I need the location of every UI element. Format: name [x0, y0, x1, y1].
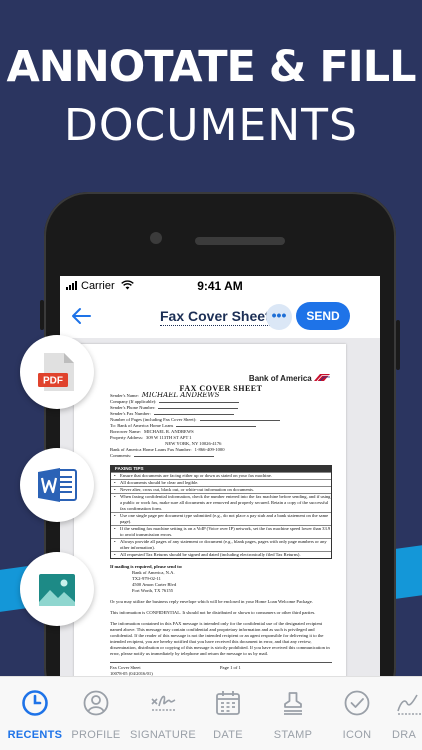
document-viewer[interactable]: Bank of America FAX COVER SHEET Sender's…: [60, 338, 380, 716]
pdf-badge-label: PDF: [43, 376, 63, 387]
tab-draw-label: DRA: [392, 729, 417, 741]
note-reply-envelope: Or you may utilize the business reply en…: [110, 599, 313, 604]
note-disclaimer: The information contained in this FAX me…: [110, 621, 330, 656]
mailing-block: If mailing is required, please send to: …: [110, 564, 332, 594]
form-field-value[interactable]: 309 W 113TH ST APT 1: [146, 435, 192, 440]
form-field-label: Bank of America Home Loans Fax Number:: [110, 447, 192, 452]
check-circle-icon: [344, 690, 370, 716]
note-confidential: This information is CONFIDENTIAL. It sho…: [110, 610, 316, 615]
footer-page: Page 1 of 1: [220, 665, 241, 670]
faxing-tip: When faxing confidential information, ch…: [111, 493, 331, 512]
faxing-tip: Use one single page per document type su…: [111, 512, 331, 525]
tab-stamp[interactable]: STAMP: [258, 677, 328, 750]
form-field-value[interactable]: [176, 426, 257, 427]
faxing-tips-list: Ensure that documents are facing either …: [111, 472, 331, 558]
nav-bar: Fax Cover Sheet ••• SEND: [60, 298, 380, 338]
form-field-label: Sender's Phone Number:: [110, 405, 156, 410]
bank-logo-text: Bank of America: [248, 374, 312, 383]
status-time: 9:41 AM: [197, 279, 243, 293]
clock-icon: [22, 690, 48, 716]
form-field-value[interactable]: [153, 414, 234, 415]
phone-power-button: [396, 320, 400, 370]
form-field-value[interactable]: [199, 420, 280, 421]
hero-title-line1: ANNOTATE & FILL: [6, 42, 416, 92]
tab-signature-label: SIGNATURE: [129, 729, 197, 741]
stamp-icon: [284, 692, 302, 715]
tab-icon[interactable]: ICON: [322, 677, 392, 750]
document-title[interactable]: Fax Cover Sheet: [160, 308, 270, 326]
form-field-label: Sender's Name:: [110, 393, 139, 398]
tab-profile-label: PROFILE: [71, 729, 121, 741]
faxing-tip: Never alter, cross out, black out, or wh…: [111, 486, 331, 493]
form-field-row[interactable]: Sender's Name: MICHAEL ANDREWS: [110, 392, 332, 399]
mail-address: Bank of America, N.A. TX2-979-02-11 4500 A…: [110, 570, 332, 594]
form-field-label: Borrower Name:: [110, 429, 141, 434]
image-file-icon: [39, 574, 75, 606]
tab-draw[interactable]: DRA: [386, 677, 422, 750]
form-field-value[interactable]: MICHAEL R. ANDREWS: [144, 429, 194, 434]
user-icon: [83, 690, 109, 716]
tab-signature[interactable]: SIGNATURE: [128, 677, 198, 750]
bank-flag-icon: [314, 374, 330, 382]
form-field-value[interactable]: 1-866-409-1000: [195, 447, 225, 452]
phone-camera: [150, 232, 162, 244]
form-field-value[interactable]: [159, 402, 240, 403]
form-fields: Sender's Name: MICHAEL ANDREWS Company (If…: [110, 392, 332, 459]
form-field-value[interactable]: [158, 408, 239, 409]
back-arrow-icon[interactable]: [70, 306, 92, 326]
phone-volume-up: [40, 300, 44, 330]
document-page[interactable]: Bank of America FAX COVER SHEET Sender's…: [74, 344, 346, 716]
form-field-label: Sender's Fax Number:: [110, 411, 151, 416]
import-image-button[interactable]: [20, 552, 94, 626]
tab-profile[interactable]: PROFILE: [61, 677, 131, 750]
more-options-button[interactable]: •••: [266, 304, 292, 330]
calendar-icon: [216, 691, 240, 715]
faxing-tip: If the sending fax machine setting is on…: [111, 525, 331, 538]
faxing-tip: All requested Tax Returns should be sign…: [111, 551, 331, 558]
tab-date-label: DATE: [213, 729, 243, 741]
import-pdf-button[interactable]: PDF: [20, 335, 94, 409]
form-field-value[interactable]: MICHAEL ANDREWS: [141, 392, 220, 399]
faxing-tip: Always provide all pages of any statemen…: [111, 538, 331, 551]
form-field-row[interactable]: Comments:: [110, 453, 332, 459]
form-field-value[interactable]: NEW YORK, NY 10026-4176: [165, 441, 221, 446]
tab-recents[interactable]: RECENTS: [0, 677, 70, 750]
phone-speaker: [195, 237, 285, 245]
form-field-label: Property Address:: [110, 435, 144, 440]
form-field-label: Company (If applicable):: [110, 399, 157, 404]
doc-footer: Fax Cover Sheet 10078-05 (04/2016/01) Pa…: [110, 662, 332, 677]
status-bar: Carrier 9:41 AM: [60, 276, 380, 296]
tab-date[interactable]: DATE: [193, 677, 263, 750]
send-button[interactable]: SEND: [296, 302, 350, 330]
form-field-value[interactable]: [134, 456, 215, 457]
faxing-tips: FAXING TIPS Ensure that documents are fa…: [110, 465, 332, 559]
faxing-tip: All documents should be clear and legibl…: [111, 479, 331, 486]
tab-icon-label: ICON: [342, 729, 372, 741]
word-file-icon: [38, 468, 77, 502]
phone-screen: Carrier 9:41 AM Fax Cover Sheet ••• SEND…: [60, 276, 380, 716]
hero-title-line2: DOCUMENTS: [64, 100, 358, 151]
tab-stamp-label: STAMP: [273, 729, 313, 741]
bottom-tab-bar: RECENTS PROFILE SIGNATURE DATE STAMP ICO…: [0, 676, 422, 750]
form-field-label: Number of Pages (including Fax Cover She…: [110, 417, 197, 422]
import-word-button[interactable]: [20, 448, 94, 522]
tab-recents-label: RECENTS: [7, 729, 63, 741]
draw-icon: [397, 694, 421, 715]
mail-address-line: Fort Worth, TX 76155: [132, 588, 174, 593]
signature-icon: [151, 695, 176, 711]
faxing-tip: Ensure that documents are facing either …: [111, 472, 331, 479]
pdf-file-icon: PDF: [38, 353, 74, 391]
bank-logo: Bank of America: [248, 374, 330, 383]
form-field-label: To: Bank of America Home Loans: [110, 423, 174, 428]
form-field-label: Comments:: [110, 453, 132, 458]
